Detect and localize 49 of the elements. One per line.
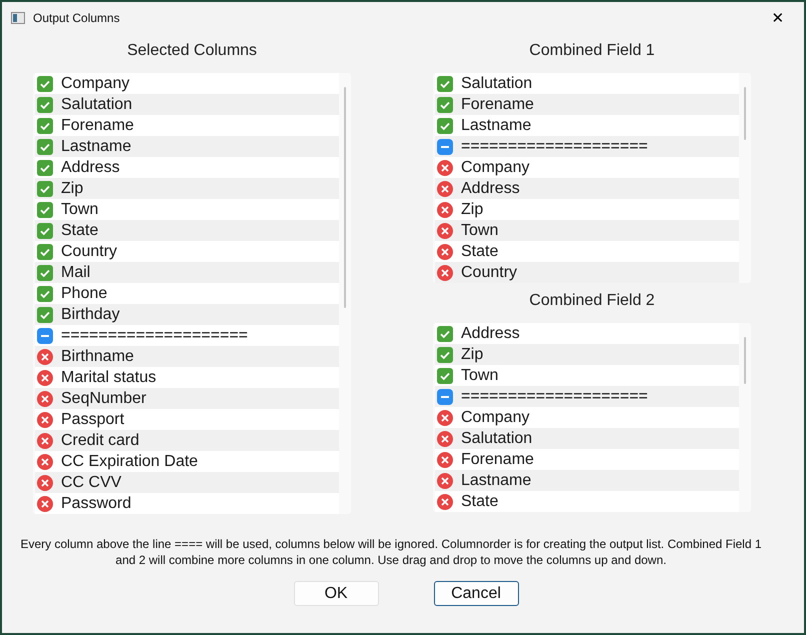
list-item[interactable]: Mail <box>35 262 339 283</box>
list-item[interactable]: Address <box>435 178 739 199</box>
help-text: Every column above the line ==== will be used, columns below will be ignored. Columnorder is for creating the output list. Combined Field 1 and 2 will combine more columns in one column. Use drag and drop to move the columns up and down. <box>19 536 763 568</box>
list-item[interactable]: State <box>35 220 339 241</box>
list-item[interactable]: Marital status <box>35 367 339 388</box>
list-item[interactable]: Forename <box>435 449 739 470</box>
list-item[interactable]: State <box>435 491 739 512</box>
list-item[interactable]: Salutation <box>435 428 739 449</box>
window-title: Output Columns <box>33 10 121 24</box>
list-item[interactable]: Phone <box>35 283 339 304</box>
list-item[interactable]: Birthday <box>35 304 339 325</box>
window-icon <box>11 12 25 24</box>
list-heading: Combined Field 2 <box>528 292 656 311</box>
list-item[interactable]: Country <box>35 241 339 262</box>
list-item[interactable]: Town <box>435 365 739 386</box>
dialog-button[interactable]: Cancel <box>434 581 518 606</box>
list-item[interactable]: Company <box>435 157 739 178</box>
list-item[interactable]: ==================== <box>435 136 739 157</box>
list-item[interactable]: Zip <box>435 344 739 365</box>
list-heading: Selected Columns <box>126 42 258 61</box>
list-item[interactable]: ==================== <box>35 325 339 346</box>
list-item[interactable]: Company <box>35 73 339 94</box>
list-item[interactable]: Country <box>435 262 739 283</box>
list-item[interactable]: Passport <box>35 409 339 430</box>
list-item[interactable]: Forename <box>35 115 339 136</box>
list-item[interactable]: Forename <box>435 94 739 115</box>
list-item[interactable]: Salutation <box>435 73 739 94</box>
dialog-button[interactable]: OK <box>294 581 378 606</box>
list-item[interactable]: CC Expiration Date <box>35 451 339 472</box>
close-button[interactable]: ✕ <box>758 8 798 26</box>
list-item[interactable]: Salutation <box>35 94 339 115</box>
list-heading: Combined Field 1 <box>528 42 656 61</box>
list-item[interactable]: Address <box>435 323 739 344</box>
list-item[interactable]: Credit card <box>35 430 339 451</box>
list-item[interactable]: Birthname <box>35 346 339 367</box>
list-item[interactable]: Town <box>35 199 339 220</box>
list-item[interactable]: Zip <box>435 199 739 220</box>
list-item[interactable]: SeqNumber <box>35 388 339 409</box>
list-item[interactable]: State <box>435 241 739 262</box>
list-item[interactable]: Lastname <box>35 136 339 157</box>
list-item[interactable]: Lastname <box>435 470 739 491</box>
list-item[interactable]: Lastname <box>435 115 739 136</box>
list-item[interactable]: Password <box>35 493 339 514</box>
list-item[interactable]: ==================== <box>435 386 739 407</box>
list-item[interactable]: CC CVV <box>35 472 339 493</box>
list-item[interactable]: Company <box>435 407 739 428</box>
list-item[interactable]: Address <box>35 157 339 178</box>
list-item[interactable]: Zip <box>35 178 339 199</box>
list-item[interactable]: Town <box>435 220 739 241</box>
